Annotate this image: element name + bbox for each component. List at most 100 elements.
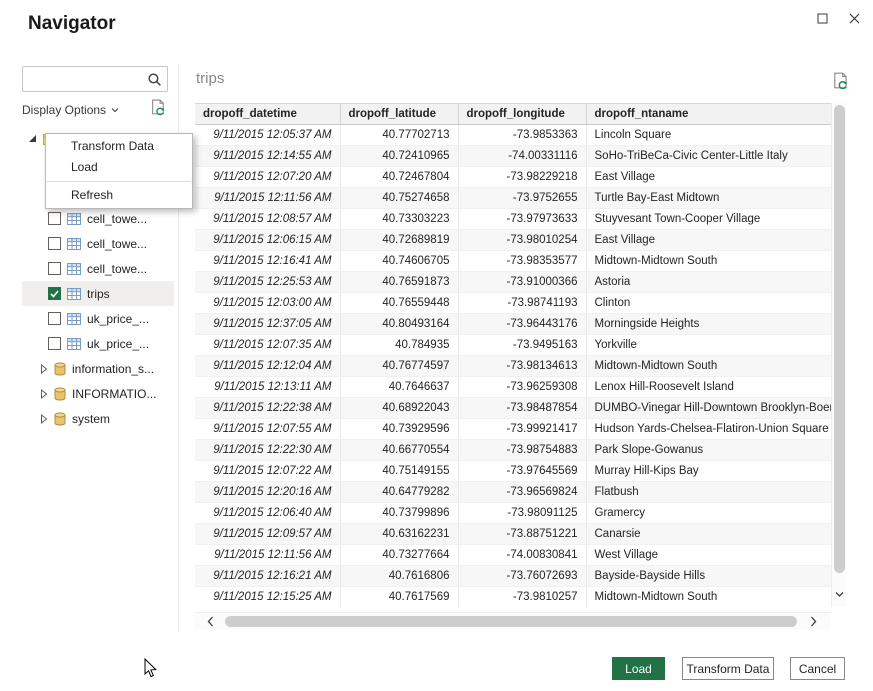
close-icon	[849, 13, 860, 24]
cell: -73.96443176	[458, 314, 586, 335]
cell: 40.74606705	[340, 251, 458, 272]
cell: -73.98229218	[458, 167, 586, 188]
cell: Turtle Bay-East Midtown	[586, 188, 831, 209]
cell: 9/11/2015 12:07:20 AM	[195, 167, 340, 188]
checkbox[interactable]	[48, 262, 61, 275]
cell: Astoria	[586, 272, 831, 293]
cell: 9/11/2015 12:12:04 AM	[195, 356, 340, 377]
cell: Murray Hill-Kips Bay	[586, 461, 831, 482]
cell: 40.76774597	[340, 356, 458, 377]
vertical-scrollbar[interactable]	[831, 103, 846, 607]
preview-table-area: dropoff_datetimedropoff_latitudedropoff_…	[195, 103, 831, 607]
cell: 40.73929596	[340, 419, 458, 440]
table-row: 9/11/2015 12:07:55 AM40.73929596-73.9992…	[195, 419, 831, 440]
menu-separator	[47, 181, 191, 182]
cell: 40.72410965	[340, 146, 458, 167]
refresh-preview-icon[interactable]	[150, 99, 168, 117]
table-row: 9/11/2015 12:07:22 AM40.75149155-73.9764…	[195, 461, 831, 482]
search-box	[22, 66, 168, 92]
checkbox[interactable]	[48, 212, 61, 225]
cell: 40.73799896	[340, 503, 458, 524]
cell: DUMBO-Vinegar Hill-Downtown Brooklyn-Boe…	[586, 398, 831, 419]
tree-item-label: cell_towe...	[87, 237, 147, 251]
tree-item-label: information_s...	[72, 362, 154, 376]
cell: 9/11/2015 12:06:40 AM	[195, 503, 340, 524]
column-header-dropoff_latitude: dropoff_latitude	[340, 104, 458, 125]
cell: Bayside-Bayside Hills	[586, 566, 831, 587]
search-input[interactable]	[23, 67, 167, 91]
cell: -73.97645569	[458, 461, 586, 482]
scroll-down-icon[interactable]	[835, 585, 844, 603]
checkbox[interactable]	[48, 337, 61, 350]
cell: 40.72689819	[340, 230, 458, 251]
cell: 9/11/2015 12:22:30 AM	[195, 440, 340, 461]
cell: 9/11/2015 12:09:57 AM	[195, 524, 340, 545]
checkbox[interactable]	[48, 287, 61, 300]
table-row: 9/11/2015 12:09:57 AM40.63162231-73.8875…	[195, 524, 831, 545]
cell: -73.9853363	[458, 125, 586, 146]
cell: 9/11/2015 12:11:56 AM	[195, 545, 340, 566]
maximize-button[interactable]	[807, 5, 837, 31]
preview-title: trips	[196, 70, 224, 87]
tree-item-informatio[interactable]: INFORMATIO...	[22, 381, 174, 406]
table-row: 9/11/2015 12:07:20 AM40.72467804-73.9822…	[195, 167, 831, 188]
table-row: 9/11/2015 12:15:25 AM40.7617569-73.98102…	[195, 587, 831, 608]
tree-item-uk-price[interactable]: uk_price_...	[22, 306, 174, 331]
menu-item-load[interactable]: Load	[46, 157, 192, 178]
tree-item-system[interactable]: system	[22, 406, 174, 431]
cell: East Village	[586, 230, 831, 251]
tree-item-cell-towe[interactable]: cell_towe...	[22, 206, 174, 231]
preview-table: dropoff_datetimedropoff_latitudedropoff_…	[195, 103, 831, 607]
load-button[interactable]: Load	[612, 657, 665, 680]
tree-item-cell-towe[interactable]: cell_towe...	[22, 231, 174, 256]
checkbox[interactable]	[48, 237, 61, 250]
checkbox[interactable]	[48, 312, 61, 325]
chevron-right-icon[interactable]	[40, 389, 48, 399]
cell: 9/11/2015 12:11:56 AM	[195, 188, 340, 209]
table-row: 9/11/2015 12:22:30 AM40.66770554-73.9875…	[195, 440, 831, 461]
horizontal-scrollbar-thumb[interactable]	[225, 616, 797, 627]
tree-item-information-s[interactable]: information_s...	[22, 356, 174, 381]
transform-data-button[interactable]: Transform Data	[682, 657, 774, 680]
cell: -73.91000366	[458, 272, 586, 293]
scroll-left-icon[interactable]	[207, 616, 214, 627]
search-icon[interactable]	[147, 72, 162, 92]
tree-item-uk-price[interactable]: uk_price_...	[22, 331, 174, 356]
vertical-scrollbar-thumb[interactable]	[834, 105, 845, 573]
menu-item-transform-data[interactable]: Transform Data	[46, 136, 192, 157]
cancel-button[interactable]: Cancel	[790, 657, 845, 680]
expanded-triangle-icon[interactable]	[28, 134, 37, 143]
tree-item-label: uk_price_...	[87, 312, 149, 326]
chevron-down-icon	[111, 107, 119, 113]
horizontal-scrollbar[interactable]	[195, 612, 831, 629]
scroll-right-icon[interactable]	[810, 616, 817, 627]
cell: 40.63162231	[340, 524, 458, 545]
cell: SoHo-TriBeCa-Civic Center-Little Italy	[586, 146, 831, 167]
chevron-right-icon[interactable]	[40, 364, 48, 374]
close-button[interactable]	[839, 5, 869, 31]
table-header-row: dropoff_datetimedropoff_latitudedropoff_…	[195, 104, 831, 125]
cell: Yorkville	[586, 335, 831, 356]
table-icon	[67, 263, 81, 275]
cell: -73.9752655	[458, 188, 586, 209]
display-options-dropdown[interactable]: Display Options	[22, 101, 168, 119]
column-header-dropoff_datetime: dropoff_datetime	[195, 104, 340, 125]
cell: 40.73303223	[340, 209, 458, 230]
cell: -73.98754883	[458, 440, 586, 461]
tree-item-trips[interactable]: trips	[22, 281, 174, 306]
refresh-preview-icon[interactable]	[832, 72, 850, 90]
cell: 40.80493164	[340, 314, 458, 335]
table-icon	[67, 338, 81, 350]
chevron-right-icon[interactable]	[40, 414, 48, 424]
cell: 9/11/2015 12:03:00 AM	[195, 293, 340, 314]
cell: 9/11/2015 12:07:22 AM	[195, 461, 340, 482]
cell: Lenox Hill-Roosevelt Island	[586, 377, 831, 398]
cell: -73.97973633	[458, 209, 586, 230]
menu-item-refresh[interactable]: Refresh	[46, 185, 192, 206]
cell: West Village	[586, 545, 831, 566]
cell: East Village	[586, 167, 831, 188]
database-icon	[54, 412, 66, 426]
tree-item-cell-towe[interactable]: cell_towe...	[22, 256, 174, 281]
table-row: 9/11/2015 12:20:16 AM40.64779282-73.9656…	[195, 482, 831, 503]
cell: 9/11/2015 12:05:37 AM	[195, 125, 340, 146]
